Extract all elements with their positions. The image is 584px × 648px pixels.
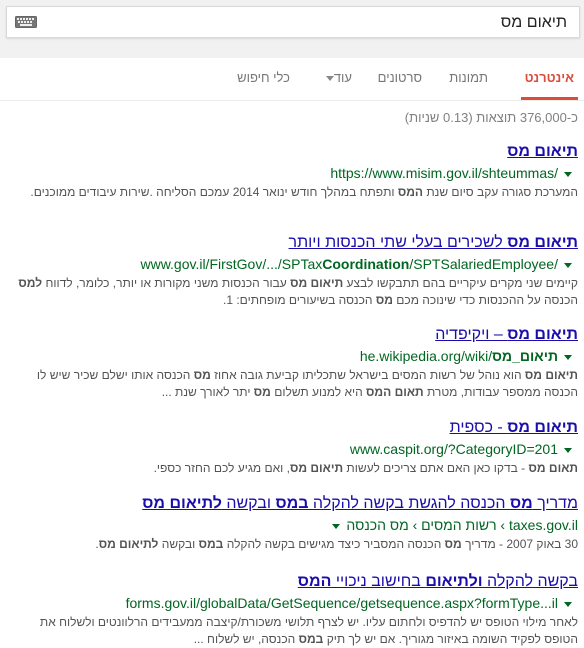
result-url: he.wikipedia.org/wiki/תיאום_מס bbox=[6, 347, 578, 365]
search-result: מדריך מס הכנסה להגשת בקשה להקלה במס ובקש… bbox=[6, 494, 578, 553]
tab-videos[interactable]: סרטונים bbox=[378, 58, 422, 97]
chevron-down-icon bbox=[325, 76, 334, 82]
search-tabs: אינטרנט תמונות סרטונים עוד כלי חיפוש bbox=[0, 58, 584, 101]
result-url: https://www.misim.gov.il/shteummas/ bbox=[6, 164, 578, 182]
result-title[interactable]: תיאום מס - כספית bbox=[6, 418, 578, 438]
search-result: תיאום מס – ויקיפדיה he.wikipedia.org/wik… bbox=[6, 325, 578, 401]
result-url: www.caspit.org/?CategoryID=201 bbox=[6, 440, 578, 458]
result-snippet: המערכת סגורה עקב סיום שנת המס ותפתח במהל… bbox=[30, 185, 578, 199]
result-url: taxes.gov.il › רשות המסים › מס הכנסה bbox=[6, 516, 578, 534]
tab-images[interactable]: תמונות bbox=[449, 58, 488, 97]
result-snippet: 30 באוק 2007 - מדריך מס הכנסה המסביר כיצ… bbox=[95, 537, 578, 551]
tab-search-tools[interactable]: כלי חיפוש bbox=[237, 58, 290, 97]
tab-more[interactable]: עוד bbox=[320, 58, 352, 97]
search-result: תיאום מס https://www.misim.gov.il/shteum… bbox=[6, 142, 578, 201]
result-title[interactable]: בקשה להקלה ולתיאום בחישוב ניכויי המס bbox=[6, 572, 578, 592]
chevron-down-icon[interactable] bbox=[332, 523, 341, 529]
result-url: forms.gov.il/globalData/GetSequence/gets… bbox=[6, 594, 578, 612]
result-snippet: קיימים שני מקרים עיקריים בהם תתבקשו לבצע… bbox=[18, 276, 578, 307]
search-result: תיאום מס לשכירים בעלי שתי הכנסות ויותר w… bbox=[6, 233, 578, 309]
result-title[interactable]: מדריך מס הכנסה להגשת בקשה להקלה במס ובקש… bbox=[6, 494, 578, 514]
chevron-down-icon[interactable] bbox=[564, 171, 572, 177]
chevron-down-icon[interactable] bbox=[564, 262, 572, 268]
result-snippet: לאחר מילוי הטופס יש להדפיס ולחתום עליו. … bbox=[39, 615, 578, 646]
chevron-down-icon[interactable] bbox=[564, 601, 572, 607]
keyboard-icon[interactable] bbox=[15, 16, 37, 28]
result-title[interactable]: תיאום מס לשכירים בעלי שתי הכנסות ויותר bbox=[6, 233, 578, 253]
search-result: תיאום מס - כספית www.caspit.org/?Categor… bbox=[6, 418, 578, 477]
chevron-down-icon[interactable] bbox=[564, 447, 572, 453]
top-bar bbox=[0, 0, 584, 58]
tab-web[interactable]: אינטרנט bbox=[520, 58, 578, 100]
result-stats: כ-376,000 תוצאות (0.13 שניות) bbox=[404, 110, 578, 125]
result-snippet: תאום מס - בדקו כאן האם אתם צריכים לעשות … bbox=[153, 461, 578, 475]
result-title[interactable]: תיאום מס bbox=[6, 142, 578, 162]
search-input[interactable] bbox=[65, 11, 569, 35]
chevron-down-icon[interactable] bbox=[564, 354, 572, 360]
tab-more-label: עוד bbox=[333, 70, 352, 85]
result-url: www.gov.il/FirstGov/.../SPTaxCoordinatio… bbox=[6, 255, 578, 273]
result-snippet: תיאום מס הוא נוהל של רשות המסים בישראל ש… bbox=[36, 368, 578, 399]
search-box[interactable] bbox=[6, 6, 580, 38]
result-title[interactable]: תיאום מס – ויקיפדיה bbox=[6, 325, 578, 345]
search-result: בקשה להקלה ולתיאום בחישוב ניכויי המס for… bbox=[6, 572, 578, 648]
